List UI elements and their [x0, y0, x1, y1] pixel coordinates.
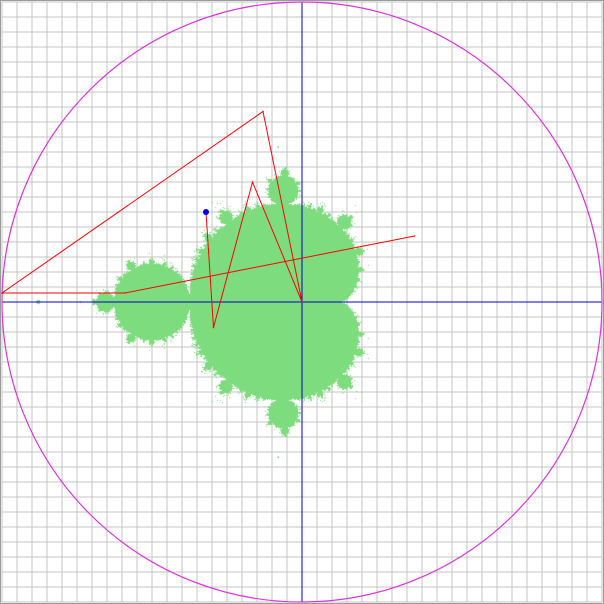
- mandelbrot-plot: [0, 0, 604, 604]
- orbit-vertex-1: [212, 326, 215, 329]
- orbit-vertex-7: [413, 235, 416, 237]
- orbit-vertex-3: [301, 301, 303, 303]
- orbit-vertex-4: [262, 110, 264, 113]
- orbit-vertex-5: [1, 292, 3, 294]
- orbit-vertex-2: [251, 181, 254, 183]
- start-point-marker[interactable]: [203, 209, 209, 215]
- orbit-vertex-6: [124, 292, 126, 294]
